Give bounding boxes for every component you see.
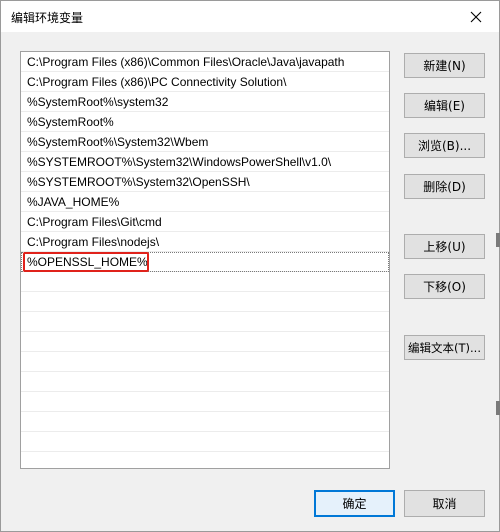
empty-row[interactable] xyxy=(21,312,389,332)
empty-row[interactable] xyxy=(21,332,389,352)
edge-artifact xyxy=(496,401,500,415)
list-item-text: %SystemRoot%\system32 xyxy=(27,95,169,109)
empty-row[interactable] xyxy=(21,352,389,372)
move-down-button[interactable]: 下移(O) xyxy=(404,274,485,299)
empty-row[interactable] xyxy=(21,372,389,392)
cancel-button[interactable]: 取消 xyxy=(404,490,485,517)
close-button[interactable] xyxy=(453,1,499,32)
new-button[interactable]: 新建(N) xyxy=(404,53,485,78)
list-item[interactable]: C:\Program Files\nodejs\ xyxy=(21,232,389,252)
list-item-text: %SYSTEMROOT%\System32\WindowsPowerShell\… xyxy=(27,155,332,169)
list-item-text: C:\Program Files\nodejs\ xyxy=(27,235,160,249)
list-item-text: %OPENSSL_HOME% xyxy=(27,255,148,269)
list-item[interactable]: %SYSTEMROOT%\System32\OpenSSH\ xyxy=(21,172,389,192)
list-item-text: %SystemRoot%\System32\Wbem xyxy=(27,135,209,149)
list-item[interactable]: %SYSTEMROOT%\System32\WindowsPowerShell\… xyxy=(21,152,389,172)
empty-row[interactable] xyxy=(21,392,389,412)
empty-row[interactable] xyxy=(21,432,389,452)
list-item-text: C:\Program Files (x86)\PC Connectivity S… xyxy=(27,75,287,89)
list-item[interactable]: %SystemRoot%\system32 xyxy=(21,92,389,112)
ok-button[interactable]: 确定 xyxy=(314,490,395,517)
list-item-text: C:\Program Files\Git\cmd xyxy=(27,215,162,229)
path-list[interactable]: C:\Program Files (x86)\Common Files\Orac… xyxy=(20,51,390,469)
edit-button[interactable]: 编辑(E) xyxy=(404,93,485,118)
list-item-text: %SYSTEMROOT%\System32\OpenSSH\ xyxy=(27,175,250,189)
empty-row[interactable] xyxy=(21,412,389,432)
empty-row[interactable] xyxy=(21,292,389,312)
list-item[interactable]: C:\Program Files (x86)\PC Connectivity S… xyxy=(21,72,389,92)
browse-button[interactable]: 浏览(B)... xyxy=(404,133,485,158)
list-item[interactable]: C:\Program Files\Git\cmd xyxy=(21,212,389,232)
list-item-text: %SystemRoot% xyxy=(27,115,114,129)
edit-text-button[interactable]: 编辑文本(T)... xyxy=(404,335,485,360)
close-icon xyxy=(470,11,482,22)
window-title: 编辑环境变量 xyxy=(11,11,84,25)
list-item[interactable]: %JAVA_HOME% xyxy=(21,192,389,212)
title-bar: 编辑环境变量 xyxy=(1,1,499,32)
list-item-text: %JAVA_HOME% xyxy=(27,195,120,209)
edit-env-variable-dialog: 编辑环境变量 C:\Program Files (x86)\Common Fil… xyxy=(0,0,500,532)
list-item[interactable]: C:\Program Files (x86)\Common Files\Orac… xyxy=(21,52,389,72)
list-item[interactable]: %SystemRoot% xyxy=(21,112,389,132)
delete-button[interactable]: 删除(D) xyxy=(404,174,485,199)
move-up-button[interactable]: 上移(U) xyxy=(404,234,485,259)
edge-artifact xyxy=(496,233,500,247)
list-item-text: C:\Program Files (x86)\Common Files\Orac… xyxy=(27,55,345,69)
list-item[interactable]: %SystemRoot%\System32\Wbem xyxy=(21,132,389,152)
list-item-selected[interactable]: %OPENSSL_HOME% xyxy=(21,252,389,272)
empty-row[interactable] xyxy=(21,272,389,292)
